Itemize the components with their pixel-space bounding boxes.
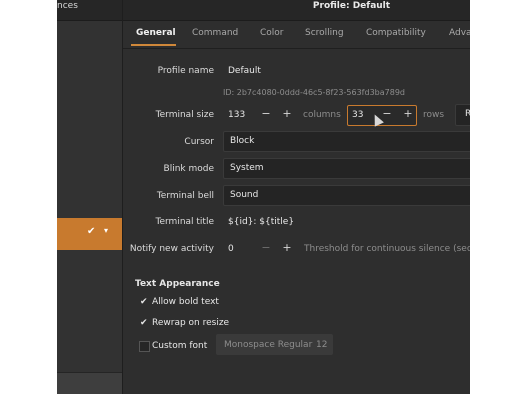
rows-increment-button[interactable]: + — [402, 107, 414, 120]
columns-label: columns — [303, 110, 341, 120]
profile-id: ID: 2b7c4080-0ddd-46c5-8f23-563fd3ba789d — [223, 88, 405, 97]
tab-general[interactable]: General — [136, 28, 176, 38]
notify-decrement-button[interactable]: − — [260, 241, 272, 254]
allow-bold-checkbox-check-icon[interactable]: ✔ — [140, 297, 149, 307]
tab-compatibility[interactable]: Compatibility — [366, 28, 426, 38]
profile-menu-chevron-down-icon[interactable]: ▾ — [104, 226, 108, 235]
rows-decrement-button[interactable]: − — [381, 107, 393, 120]
sidebar-footer — [57, 372, 122, 394]
custom-font-label: Custom font — [152, 341, 208, 351]
default-profile-check-icon: ✔ — [87, 226, 96, 237]
terminal-title-label: Terminal title — [155, 217, 215, 227]
rows-input[interactable]: 33 — [352, 110, 363, 120]
custom-font-checkbox[interactable] — [139, 341, 150, 352]
sidebar-title: nces — [57, 1, 78, 11]
text-appearance-heading: Text Appearance — [135, 279, 220, 289]
tab-command[interactable]: Command — [192, 28, 238, 38]
font-size: 12 — [316, 340, 328, 350]
terminal-title-input[interactable]: ${id}: ${title} — [228, 217, 294, 227]
profiles-sidebar: nces ✔ ▾ — [57, 0, 122, 394]
rows-label: rows — [423, 110, 445, 120]
sidebar-item-default-profile[interactable]: ✔ ▾ — [57, 218, 122, 250]
profile-editor: Profile: Default General Command Color S… — [122, 0, 470, 394]
blink-mode-value: System — [230, 163, 264, 173]
preferences-window: nces ✔ ▾ Profile: Default General Comman… — [57, 0, 470, 394]
terminal-size-label: Terminal size — [155, 110, 214, 120]
notify-activity-label: Notify new activity — [129, 244, 214, 254]
profile-name-value[interactable]: Default — [228, 66, 261, 76]
window-title: Profile: Default — [312, 1, 391, 11]
rewrap-label: Rewrap on resize — [152, 318, 230, 328]
reset-size-label: R — [465, 109, 470, 119]
blink-mode-select[interactable]: System — [223, 158, 470, 179]
cursor-label: Cursor — [184, 137, 214, 147]
columns-decrement-button[interactable]: − — [260, 107, 272, 120]
notify-activity-hint: Threshold for continuous silence (seco — [304, 244, 470, 254]
tab-scrolling[interactable]: Scrolling — [305, 28, 344, 38]
reset-size-button[interactable]: R — [455, 104, 470, 126]
font-chooser-button[interactable]: Monospace Regular 12 — [216, 334, 333, 355]
notify-increment-button[interactable]: + — [281, 241, 293, 254]
columns-increment-button[interactable]: + — [281, 107, 293, 120]
cursor-select[interactable]: Block — [223, 131, 470, 152]
tab-advanced[interactable]: Adva — [449, 28, 470, 38]
terminal-bell-label: Terminal bell — [156, 191, 214, 201]
terminal-bell-value: Sound — [230, 190, 259, 200]
terminal-bell-select[interactable]: Sound — [223, 185, 470, 206]
columns-input[interactable]: 133 — [228, 110, 245, 120]
tab-color[interactable]: Color — [260, 28, 284, 38]
titlebar: Profile: Default — [123, 0, 470, 21]
font-name: Monospace Regular — [224, 340, 313, 350]
cursor-select-value: Block — [230, 136, 255, 146]
sidebar-header: nces — [57, 0, 122, 21]
active-tab-indicator — [131, 44, 176, 46]
blink-mode-label: Blink mode — [163, 164, 214, 174]
rewrap-checkbox-check-icon[interactable]: ✔ — [140, 318, 149, 328]
allow-bold-label: Allow bold text — [152, 297, 219, 307]
profile-name-label: Profile name — [157, 66, 214, 76]
notify-activity-input[interactable]: 0 — [228, 244, 234, 254]
